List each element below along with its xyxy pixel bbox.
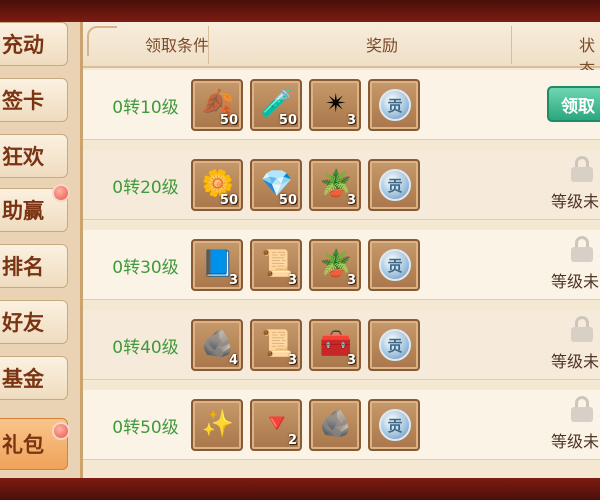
lock-icon: [571, 396, 593, 422]
table-header: 领取条件 奖励 状态: [83, 22, 600, 79]
table-row: 0转20级 🌼 50 💎 50 🪴 3 贡等级未: [83, 150, 600, 220]
sidebar-item-7[interactable]: 基金: [0, 356, 68, 400]
corner-ornament-icon: [87, 26, 117, 56]
notification-dot: [52, 422, 70, 440]
table-row: 0转40级 🪨 4 📜 3 🧰 3 贡等级未: [83, 310, 600, 380]
sidebar-item-label: 充动: [2, 33, 44, 57]
item-count: 3: [228, 273, 238, 288]
locked-status-text: 等级未: [551, 432, 600, 451]
sidebar-item-2[interactable]: 签卡: [0, 78, 68, 122]
sidebar-item-6[interactable]: 好友: [0, 300, 68, 344]
item-count: 50: [219, 113, 238, 128]
game-window: 充动 签卡 狂欢 助赢 排名 好友 基金 礼包 领取条件 奖励 状态 0转10级…: [0, 0, 600, 500]
dark-ore-icon: 🪨: [319, 409, 353, 439]
reward-slot[interactable]: 🪨 4: [191, 319, 243, 371]
reward-panel: 领取条件 奖励 状态 0转10级 🍂50🧪50✴3 贡 领取 0转20级 🌼50💎50🪴3…: [80, 22, 600, 478]
silver-coin-icon: 贡: [379, 169, 411, 201]
reward-slot[interactable]: 🔻 2: [250, 399, 302, 451]
reward-slot[interactable]: ✴ 3: [309, 79, 361, 131]
item-count: 3: [287, 353, 297, 368]
reward-slot[interactable]: 贡: [368, 159, 420, 211]
reward-slot[interactable]: 贡: [368, 399, 420, 451]
sidebar: 充动 签卡 狂欢 助赢 排名 好友 基金 礼包: [0, 22, 80, 478]
lock-icon: [571, 236, 593, 262]
column-divider: [511, 26, 512, 64]
sidebar-item-label: 好友: [2, 311, 44, 335]
reward-slot[interactable]: 🌼 50: [191, 159, 243, 211]
silver-coin-icon: 贡: [379, 89, 411, 121]
sidebar-item-1[interactable]: 充动: [0, 22, 68, 66]
sidebar-item-label: 礼包: [2, 433, 44, 457]
item-count: 3: [287, 273, 297, 288]
sidebar-item-label: 助赢: [2, 199, 44, 223]
reward-slot[interactable]: 贡: [368, 239, 420, 291]
silver-coin-icon: 贡: [379, 329, 411, 361]
reward-slot[interactable]: 贡: [368, 79, 420, 131]
status-cell: 领取: [523, 70, 600, 140]
item-count: 4: [228, 353, 238, 368]
header-condition: 领取条件: [145, 36, 210, 55]
reward-slot[interactable]: 🪴 3: [309, 159, 361, 211]
sidebar-item-5[interactable]: 排名: [0, 244, 68, 288]
item-count: 50: [278, 193, 297, 208]
bottom-border: [0, 478, 600, 500]
reward-slot[interactable]: 🍂 50: [191, 79, 243, 131]
item-count: 50: [219, 193, 238, 208]
reward-slot[interactable]: 💎 50: [250, 159, 302, 211]
table-row: 0转10级 🍂 50 🧪 50 ✴ 3 贡 领取: [83, 70, 600, 140]
claim-button[interactable]: 领取: [547, 86, 600, 122]
notification-dot: [52, 184, 70, 202]
column-divider: [208, 26, 209, 64]
reward-slot[interactable]: 🧰 3: [309, 319, 361, 371]
locked-status-text: 等级未: [551, 192, 600, 211]
locked-status-text: 等级未: [551, 272, 600, 291]
reward-slot[interactable]: 🧪 50: [250, 79, 302, 131]
reward-slot[interactable]: 📘 3: [191, 239, 243, 291]
silver-coin-icon: 贡: [379, 409, 411, 441]
reward-slot[interactable]: 📜 3: [250, 319, 302, 371]
status-cell: 等级未: [523, 230, 600, 300]
table-row: 0转50级 ✨ 🔻 2 🪨 贡等级未: [83, 390, 600, 460]
sidebar-item-label: 基金: [2, 367, 44, 391]
item-count: 3: [346, 193, 356, 208]
lock-icon: [571, 316, 593, 342]
status-cell: 等级未: [523, 390, 600, 460]
reward-slot[interactable]: 贡: [368, 319, 420, 371]
item-count: 50: [278, 113, 297, 128]
gold-star-shard-icon: ✨: [201, 409, 235, 439]
condition-label: 0转10级: [112, 97, 179, 118]
silver-coin-icon: 贡: [379, 249, 411, 281]
reward-slot[interactable]: ✨: [191, 399, 243, 451]
condition-label: 0转20级: [112, 177, 179, 198]
top-border: [0, 0, 600, 22]
reward-slot[interactable]: 🪴 3: [309, 239, 361, 291]
condition-label: 0转50级: [112, 417, 179, 438]
item-count: 3: [346, 273, 356, 288]
header-reward: 奖励: [366, 36, 399, 55]
locked-status-text: 等级未: [551, 352, 600, 371]
table-row: 0转30级 📘 3 📜 3 🪴 3 贡等级未: [83, 230, 600, 300]
status-cell: 等级未: [523, 310, 600, 380]
lock-icon: [571, 156, 593, 182]
reward-slot[interactable]: 📜 3: [250, 239, 302, 291]
item-count: 2: [287, 433, 297, 448]
status-cell: 等级未: [523, 150, 600, 220]
item-count: 3: [346, 113, 356, 128]
sidebar-item-label: 排名: [2, 255, 44, 279]
item-count: 3: [346, 353, 356, 368]
sidebar-item-label: 狂欢: [2, 145, 44, 169]
condition-label: 0转40级: [112, 337, 179, 358]
condition-label: 0转30级: [112, 257, 179, 278]
sidebar-item-label: 签卡: [2, 89, 44, 113]
sidebar-item-3[interactable]: 狂欢: [0, 134, 68, 178]
reward-slot[interactable]: 🪨: [309, 399, 361, 451]
